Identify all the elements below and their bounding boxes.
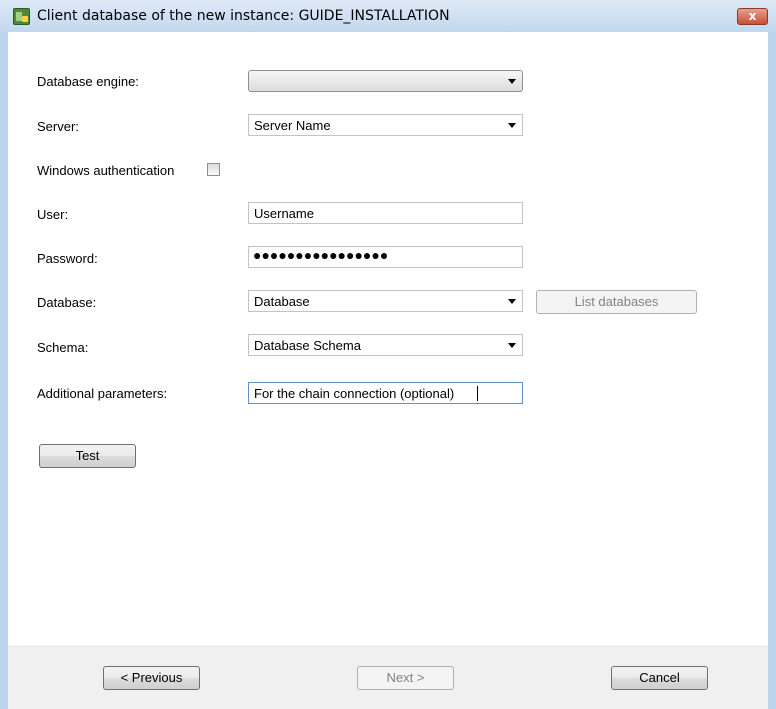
password-value: ●●●●●●●●●●●●●●●● <box>253 247 389 263</box>
chevron-down-icon <box>508 123 516 128</box>
engine-dropdown[interactable] <box>248 70 523 92</box>
additional-params-value: For the chain connection (optional) <box>254 386 455 401</box>
window-title: Client database of the new instance: GUI… <box>37 8 450 24</box>
list-databases-button[interactable]: List databases <box>536 290 697 314</box>
test-button[interactable]: Test <box>39 444 136 468</box>
user-input[interactable]: Username <box>248 202 523 224</box>
windows-auth-checkbox[interactable] <box>207 163 220 176</box>
additional-params-label: Additional parameters: <box>37 386 168 401</box>
title-bar[interactable]: Client database of the new instance: GUI… <box>0 0 776 32</box>
password-input[interactable]: ●●●●●●●●●●●●●●●● <box>248 246 523 268</box>
next-button[interactable]: Next > <box>357 666 454 690</box>
form-panel: Database engine: Server: Server Name Win… <box>8 32 768 645</box>
previous-button[interactable]: < Previous <box>103 666 200 690</box>
wizard-footer: < Previous Next > Cancel <box>8 645 768 709</box>
app-icon <box>13 8 30 25</box>
close-button[interactable]: x <box>737 8 768 25</box>
server-label: Server: <box>37 119 79 134</box>
server-value: Server Name <box>254 118 331 133</box>
windows-auth-label: Windows authentication <box>37 163 175 178</box>
database-label: Database: <box>37 295 97 310</box>
cancel-button[interactable]: Cancel <box>611 666 708 690</box>
database-dropdown[interactable]: Database <box>248 290 523 312</box>
close-icon: x <box>748 9 757 23</box>
text-caret <box>477 386 478 401</box>
schema-dropdown[interactable]: Database Schema <box>248 334 523 356</box>
schema-value: Database Schema <box>254 338 361 353</box>
chevron-down-icon <box>508 299 516 304</box>
engine-label: Database engine: <box>37 74 139 89</box>
database-value: Database <box>254 294 310 309</box>
user-value: Username <box>254 206 314 221</box>
schema-label: Schema: <box>37 340 89 355</box>
chevron-down-icon <box>508 343 516 348</box>
dialog-window: Client database of the new instance: GUI… <box>0 0 776 709</box>
dialog-body: Database engine: Server: Server Name Win… <box>8 32 768 709</box>
additional-params-input[interactable]: For the chain connection (optional) <box>248 382 523 404</box>
chevron-down-icon <box>508 79 516 84</box>
server-dropdown[interactable]: Server Name <box>248 114 523 136</box>
user-label: User: <box>37 207 69 222</box>
password-label: Password: <box>37 251 98 266</box>
